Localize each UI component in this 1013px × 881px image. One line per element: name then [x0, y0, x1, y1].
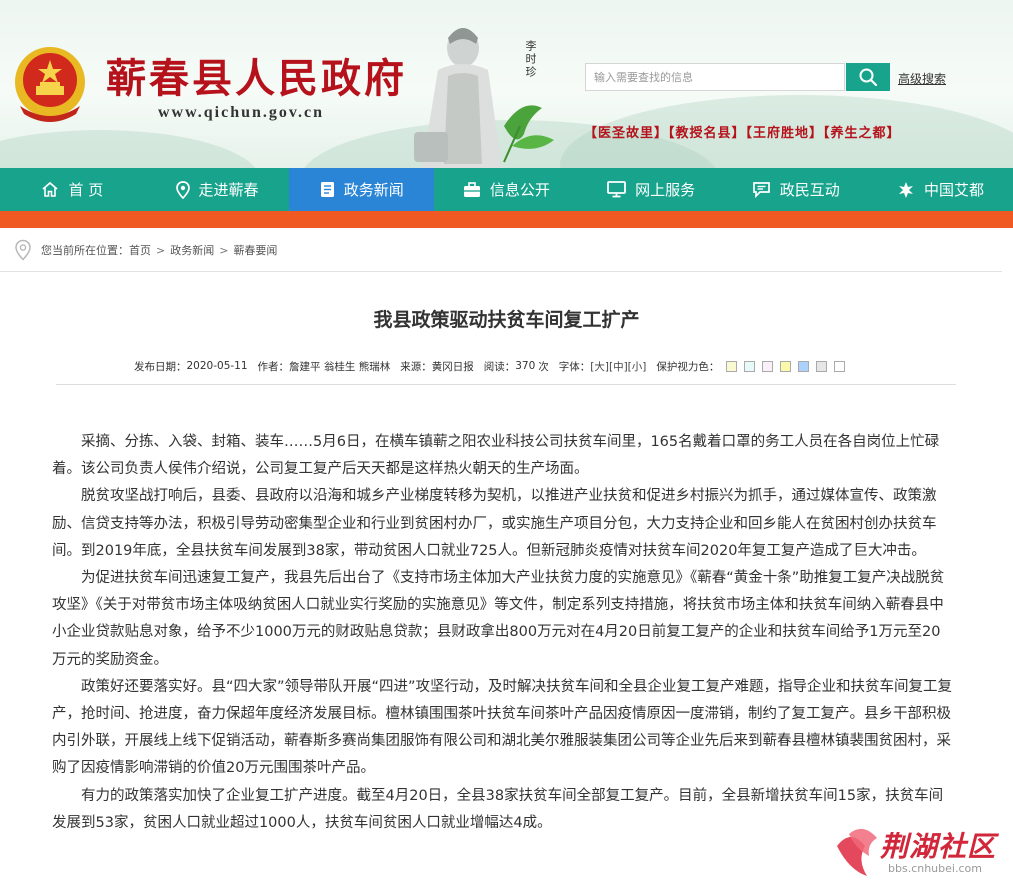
article-paragraph: 有力的政策落实加快了企业复工扩产进度。截至4月20日，全县38家扶贫车间全部复工… — [52, 787, 944, 831]
font-size-large[interactable]: [大] — [590, 359, 609, 374]
national-emblem-icon — [15, 47, 85, 122]
breadcrumb-separator: > — [156, 243, 166, 257]
eye-care-label: 保护视力色： — [656, 360, 720, 373]
nav-item-home[interactable]: 首 页 — [0, 168, 145, 211]
chat-icon — [752, 182, 770, 198]
nav-item-label: 政务新闻 — [343, 181, 404, 199]
nav-item-label: 中国艾都 — [923, 181, 984, 199]
article-paragraph: 为促进扶贫车间迅速复工复产，我县先后出台了《支持市场主体加大产业扶贫力度的实施意… — [52, 570, 945, 668]
briefcase-icon — [463, 181, 480, 197]
article-body: 采摘、分拣、入袋、封箱、装车……5月6日，在横车镇蕲之阳农业科技公司扶贫车间里，… — [52, 429, 954, 837]
font-size-label: 字体： — [558, 360, 591, 373]
read-count: 370 — [515, 360, 536, 372]
document-icon — [320, 182, 334, 197]
statue-caption: 李时珍 — [524, 40, 537, 79]
statue-illustration — [414, 28, 554, 168]
source: 黄冈日报 — [431, 360, 474, 373]
article-paragraph: 采摘、分拣、入袋、封箱、装车……5月6日，在横车镇蕲之阳农业科技公司扶贫车间里，… — [52, 434, 940, 478]
accent-strip — [0, 211, 1013, 228]
nav-item-china-moxa-capital[interactable]: 中国艾都 — [868, 168, 1013, 211]
reads-unit: 次 — [538, 360, 549, 373]
breadcrumb-qichun-news[interactable]: 蕲春要闻 — [233, 242, 277, 258]
main-nav: 首 页 走进蕲春 政务新闻 信息公开 网上服务 政民互动 中国艾都 — [0, 168, 1013, 211]
breadcrumb-prefix: 您当前所在位置： — [41, 244, 129, 257]
nav-item-label: 政民互动 — [779, 181, 840, 199]
home-icon — [42, 181, 59, 197]
site-title: 蕲春县人民政府 — [106, 55, 407, 102]
advanced-search-link[interactable]: 高级搜索 — [898, 70, 946, 87]
eye-care-swatch-3[interactable] — [762, 360, 774, 372]
eye-care-swatch-5[interactable] — [798, 360, 810, 372]
date-label: 发布日期： — [134, 360, 187, 373]
nav-item-info-disclosure[interactable]: 信息公开 — [434, 168, 579, 211]
location-pin-icon — [15, 239, 31, 261]
author: 詹建平 翁桂生 熊瑞林 — [289, 360, 391, 373]
eye-care-swatch-6[interactable] — [816, 360, 828, 372]
eye-care-swatch-1[interactable] — [726, 360, 738, 372]
font-size-medium[interactable]: [中] — [609, 359, 628, 374]
search-input[interactable] — [586, 64, 844, 90]
eye-care-swatch-2[interactable] — [744, 360, 756, 372]
breadcrumb: 您当前所在位置： 首页 > 政务新闻 > 蕲春要闻 — [14, 239, 277, 261]
mountain-decoration — [0, 130, 260, 168]
nav-item-about-qichun[interactable]: 走进蕲春 — [145, 168, 290, 211]
nav-item-label: 走进蕲春 — [198, 181, 259, 199]
search-box — [585, 63, 845, 91]
divider — [56, 384, 956, 385]
leaf-icon — [898, 181, 913, 198]
font-size-small[interactable]: [小] — [628, 359, 647, 374]
eye-care-swatches — [719, 360, 846, 372]
nav-item-government-news[interactable]: 政务新闻 — [289, 168, 435, 211]
nav-item-interaction[interactable]: 政民互动 — [723, 168, 868, 211]
nav-item-online-services[interactable]: 网上服务 — [579, 168, 724, 211]
eye-care-swatch-4[interactable] — [780, 360, 792, 372]
nav-item-label: 网上服务 — [635, 181, 696, 199]
location-pin-icon — [175, 180, 190, 199]
search-button[interactable] — [846, 63, 890, 91]
nav-item-label: 首 页 — [68, 181, 104, 199]
breadcrumb-government-news[interactable]: 政务新闻 — [170, 242, 214, 258]
divider — [0, 271, 1002, 272]
source-label: 来源： — [400, 360, 432, 373]
watermark-text: 荆湖社区 — [880, 830, 997, 863]
search-icon — [859, 68, 878, 87]
breadcrumb-separator: > — [219, 243, 229, 257]
publish-date: 2020-05-11 — [186, 360, 248, 372]
article-title: 我县政策驱动扶贫车间复工扩产 — [373, 309, 640, 331]
article-paragraph: 政策好还要落实好。县“四大家”领导带队开展“四进”攻坚行动，及时解决扶贫车间和全… — [52, 678, 953, 777]
eye-care-swatch-7[interactable] — [834, 360, 846, 372]
breadcrumb-home[interactable]: 首页 — [129, 242, 151, 258]
article-paragraph: 脱贫攻坚战打响后，县委、县政府以沿海和城乡产业梯度转移为契机，以推进产业扶贫和促… — [52, 488, 937, 559]
nav-item-label: 信息公开 — [489, 181, 550, 199]
watermark-url: bbs.cnhubei.com — [888, 862, 982, 875]
author-label: 作者： — [257, 360, 290, 373]
site-header: 蕲春县人民政府 www.qichun.gov.cn 李时珍 高级搜索 【医圣故里… — [0, 0, 1013, 168]
header-taglines: 【医圣故里】【教授名县】【王府胜地】【养生之都】 — [584, 126, 901, 141]
site-url: www.qichun.gov.cn — [158, 104, 325, 121]
article-meta: 发布日期： 2020-05-11 作者： 詹建平 翁桂生 熊瑞林 来源： 黄冈日… — [134, 358, 846, 374]
reads-label: 阅读： — [483, 360, 516, 373]
monitor-icon — [607, 181, 626, 198]
